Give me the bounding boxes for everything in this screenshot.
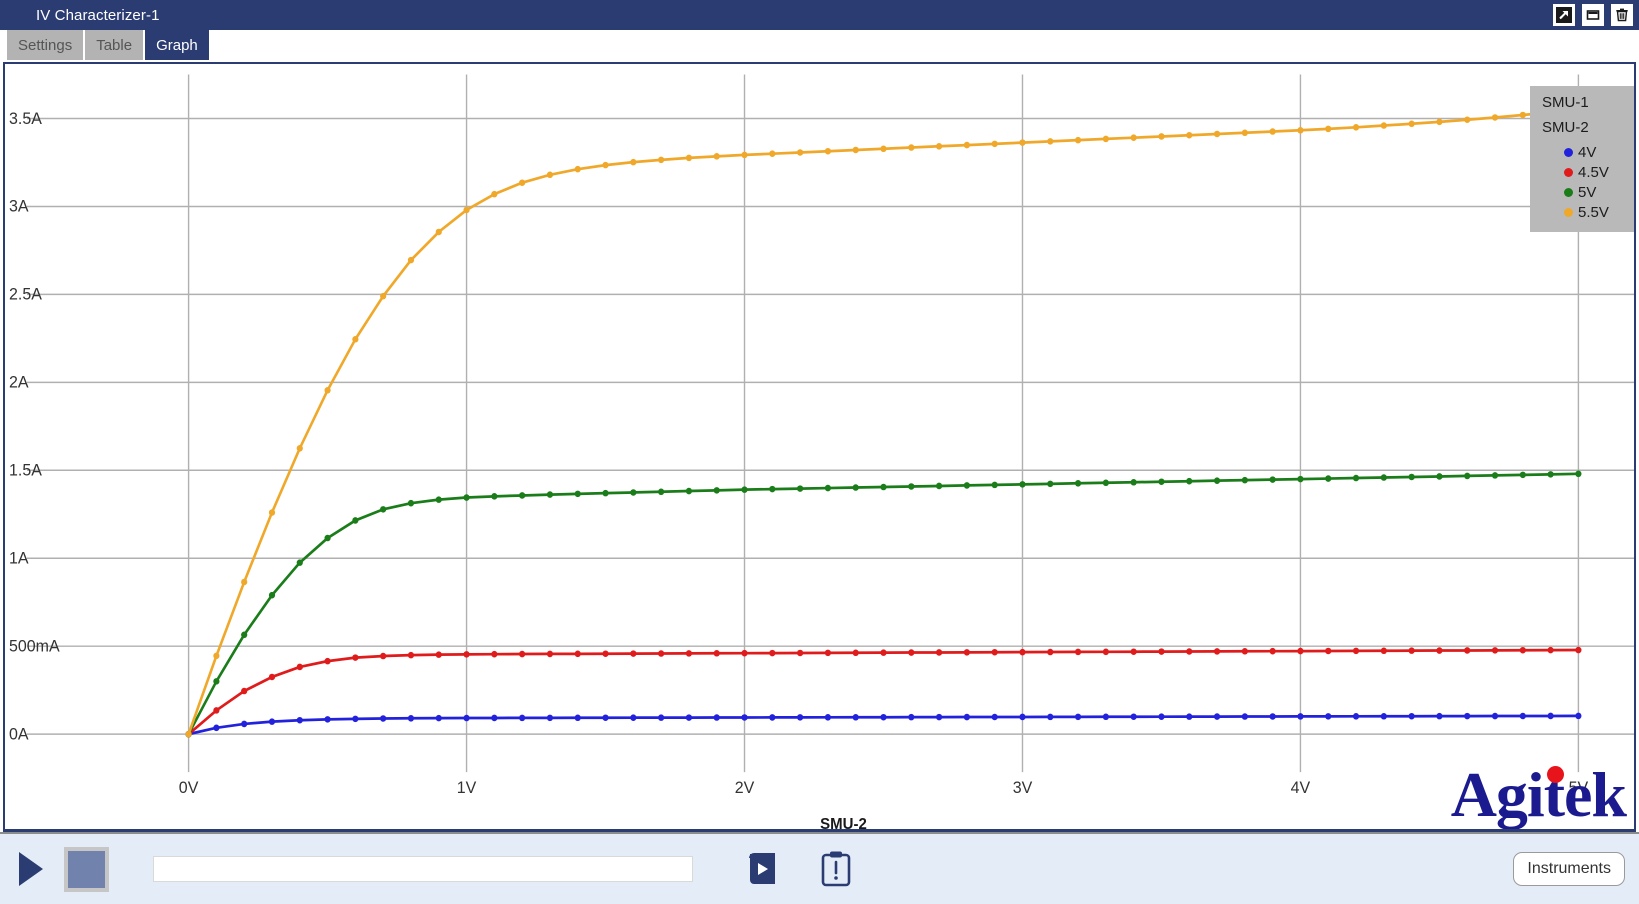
- legend-swatch-4v: [1564, 148, 1573, 157]
- svg-text:2.5A: 2.5A: [9, 285, 42, 303]
- script-book-icon[interactable]: [739, 846, 785, 892]
- svg-text:3A: 3A: [9, 197, 29, 215]
- window-title: IV Characterizer-1: [36, 7, 160, 24]
- stop-button[interactable]: [64, 847, 109, 892]
- svg-text:1V: 1V: [457, 779, 477, 797]
- chart-legend: SMU-1 SMU-2 4V 4.5V 5V 5.5V: [1530, 86, 1634, 232]
- tab-table-label: Table: [96, 37, 132, 54]
- legend-label-4.5v: 4.5V: [1578, 164, 1609, 181]
- svg-text:SMU-2: SMU-2: [820, 816, 867, 829]
- legend-label-5v: 5V: [1578, 184, 1596, 201]
- popout-icon[interactable]: [1553, 4, 1575, 26]
- legend-label-5.5v: 5.5V: [1578, 204, 1609, 221]
- title-bar: IV Characterizer-1: [0, 0, 1639, 30]
- instruments-button[interactable]: Instruments: [1513, 852, 1625, 886]
- command-input[interactable]: [153, 856, 693, 882]
- tab-settings[interactable]: Settings: [7, 30, 83, 60]
- graph-panel: 0A500mA1A1.5A2A2.5A3A3.5A0V1V2V3V4V5VSMU…: [3, 62, 1636, 832]
- bottom-toolbar: Instruments: [0, 832, 1639, 904]
- svg-text:3V: 3V: [1013, 779, 1033, 797]
- tab-settings-label: Settings: [18, 37, 72, 54]
- legend-heading-smu2: SMU-2: [1542, 119, 1624, 136]
- svg-text:3.5A: 3.5A: [9, 109, 42, 127]
- iv-curve-chart[interactable]: 0A500mA1A1.5A2A2.5A3A3.5A0V1V2V3V4V5VSMU…: [5, 64, 1634, 829]
- tab-table[interactable]: Table: [85, 30, 143, 60]
- legend-swatch-4.5v: [1564, 168, 1573, 177]
- svg-text:500mA: 500mA: [9, 637, 60, 655]
- legend-item-4.5v[interactable]: 4.5V: [1564, 164, 1624, 181]
- svg-text:0A: 0A: [9, 725, 29, 743]
- legend-heading-smu1: SMU-1: [1542, 94, 1624, 111]
- tab-bar: Settings Table Graph: [0, 30, 1639, 60]
- tab-graph[interactable]: Graph: [145, 30, 209, 60]
- legend-label-4v: 4V: [1578, 144, 1596, 161]
- svg-text:1A: 1A: [9, 549, 29, 567]
- legend-item-5.5v[interactable]: 5.5V: [1564, 204, 1624, 221]
- svg-text:4V: 4V: [1291, 779, 1311, 797]
- run-button[interactable]: [14, 849, 48, 889]
- legend-item-4v[interactable]: 4V: [1564, 144, 1624, 161]
- legend-swatch-5v: [1564, 188, 1573, 197]
- legend-item-5v[interactable]: 5V: [1564, 184, 1624, 201]
- legend-swatch-5.5v: [1564, 208, 1573, 217]
- window-controls: [1553, 0, 1633, 30]
- svg-text:2A: 2A: [9, 373, 29, 391]
- svg-text:1.5A: 1.5A: [9, 461, 42, 479]
- tab-graph-label: Graph: [156, 37, 198, 54]
- svg-text:2V: 2V: [735, 779, 755, 797]
- iv-characterizer-window: IV Characterizer-1 Settings Table Graph: [0, 0, 1639, 904]
- log-clipboard-icon[interactable]: [813, 846, 859, 892]
- delete-icon[interactable]: [1611, 4, 1633, 26]
- minimize-icon[interactable]: [1582, 4, 1604, 26]
- svg-text:0V: 0V: [179, 779, 199, 797]
- svg-text:5V: 5V: [1569, 779, 1589, 797]
